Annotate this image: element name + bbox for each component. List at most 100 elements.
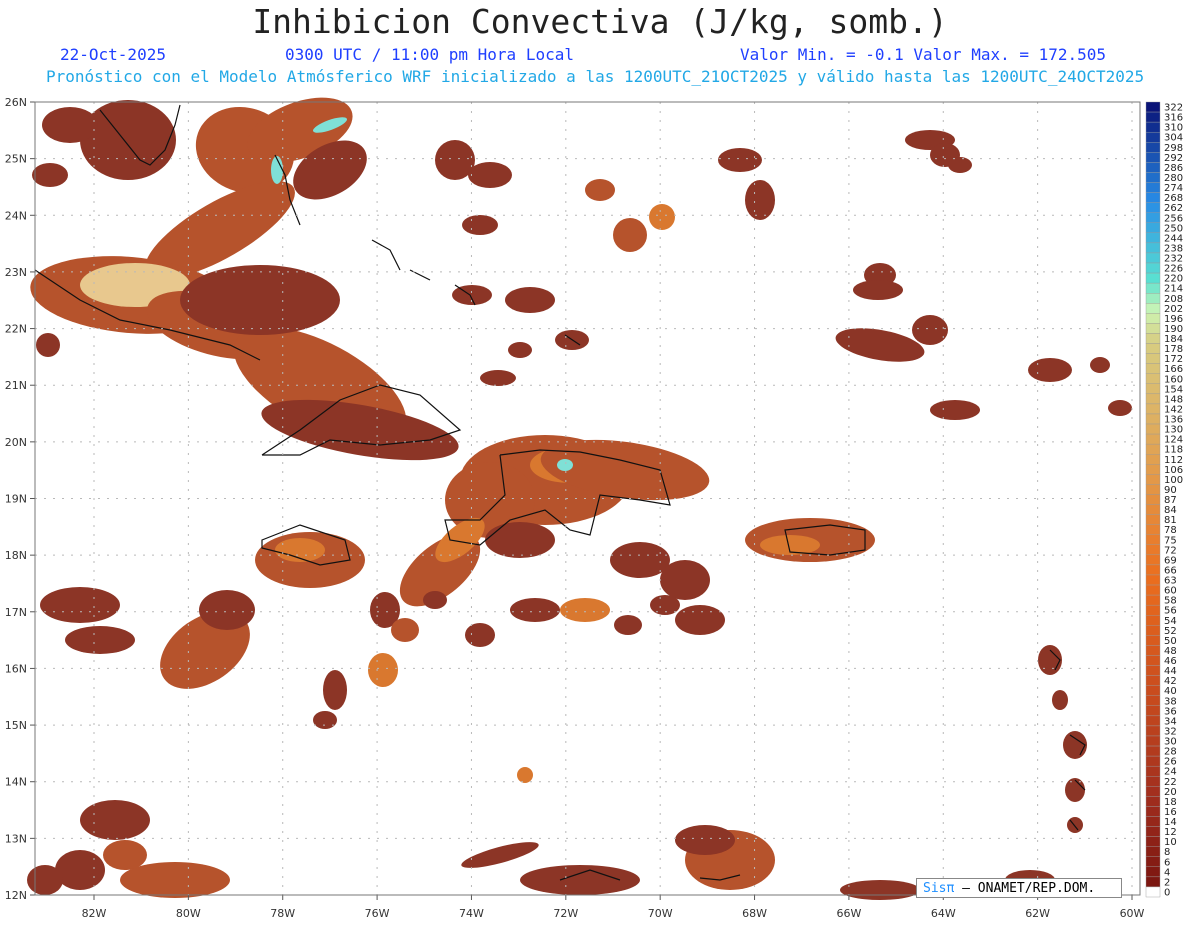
lat-tick-label: 20N (5, 436, 27, 449)
colorbar-swatch (1145, 846, 1161, 857)
colorbar-swatch (1145, 554, 1161, 566)
colorbar-swatch (1145, 856, 1161, 868)
cin-blob (313, 711, 337, 729)
colorbar-swatch (1145, 262, 1161, 274)
colorbar-swatch (1145, 464, 1161, 475)
cin-blob (517, 767, 533, 783)
cin-blob (930, 400, 980, 420)
cin-blob (423, 591, 447, 609)
colorbar-swatch (1145, 403, 1161, 415)
colorbar-swatch (1145, 715, 1161, 727)
lon-tick-label: 72W (553, 907, 578, 920)
colorbar-swatch (1145, 383, 1161, 395)
cin-blob (718, 148, 762, 172)
cin-blob (1052, 690, 1068, 710)
lat-tick-label: 15N (5, 719, 27, 732)
colorbar-swatch (1145, 836, 1161, 847)
cin-blob (840, 880, 920, 900)
cin-blob (675, 825, 735, 855)
colorbar-swatch (1145, 313, 1161, 324)
colorbar-swatch (1145, 393, 1161, 405)
colorbar-swatch (1145, 685, 1161, 696)
colorbar-swatch (1145, 796, 1161, 807)
colorbar-swatch (1145, 443, 1161, 455)
colorbar-swatch (1145, 363, 1161, 374)
cin-blob (103, 840, 147, 870)
cin-blob (36, 333, 60, 357)
cin-blob (510, 598, 560, 622)
colorbar-swatch (1145, 111, 1161, 123)
cin-blob (32, 163, 68, 187)
colorbar-swatch (1145, 222, 1161, 234)
colorbar-swatch (1145, 252, 1161, 264)
cin-blob (613, 218, 647, 252)
cin-blob-high (557, 459, 573, 471)
colorbar-swatch (1145, 776, 1161, 787)
lon-tick-label: 82W (82, 907, 107, 920)
lat-tick-label: 26N (5, 96, 27, 109)
colorbar-swatch (1145, 172, 1161, 183)
lat-tick-label: 23N (5, 266, 27, 279)
cin-blob (368, 653, 398, 687)
colorbar-swatch (1145, 423, 1161, 435)
colorbar-swatch (1145, 202, 1161, 213)
cin-blob (745, 180, 775, 220)
cin-blob (853, 280, 903, 300)
lon-tick-label: 68W (742, 907, 767, 920)
colorbar-swatch (1145, 162, 1161, 173)
lat-tick-label: 14N (5, 776, 27, 789)
colorbar-swatch (1145, 866, 1161, 878)
colorbar-swatch (1145, 323, 1161, 334)
colorbar-swatch (1145, 142, 1161, 153)
colorbar-swatch (1145, 806, 1161, 817)
cin-blob (1028, 358, 1072, 382)
colorbar-swatch (1145, 786, 1161, 797)
credit-text: – ONAMET/REP.DOM. (962, 881, 1096, 896)
colorbar-swatch (1145, 484, 1161, 495)
colorbar-swatch (1145, 675, 1161, 686)
colorbar-swatch (1145, 494, 1161, 505)
cin-blob (452, 285, 492, 305)
cin-blob (180, 265, 340, 335)
lat-tick-label: 19N (5, 493, 27, 506)
colorbar-swatch (1145, 695, 1161, 706)
cin-blob (1108, 400, 1132, 416)
cin-blob (912, 315, 948, 345)
lat-tick-label: 12N (5, 889, 27, 902)
cin-blob (610, 542, 670, 578)
cin-blob (480, 370, 516, 386)
colorbar-swatch (1145, 524, 1161, 535)
cin-blob (585, 179, 615, 201)
colorbar-swatch (1145, 615, 1161, 626)
colorbar-swatch (1145, 745, 1161, 757)
colorbar-swatch (1145, 655, 1161, 666)
lat-tick-label: 13N (5, 832, 27, 845)
colorbar-swatch (1145, 121, 1161, 133)
colorbar-swatch (1145, 645, 1161, 656)
cin-blob (675, 605, 725, 635)
lat-tick-label: 22N (5, 323, 27, 336)
colorbar-swatch (1145, 564, 1161, 576)
cin-blob (462, 215, 498, 235)
colorbar-swatch (1145, 544, 1161, 556)
cin-blob (508, 342, 532, 358)
lon-tick-label: 80W (176, 907, 201, 920)
colorbar-swatch (1145, 212, 1161, 223)
colorbar-swatch (1145, 454, 1161, 465)
cin-blob (1063, 731, 1087, 759)
cin-blob (120, 862, 230, 898)
colorbar-swatch (1145, 242, 1161, 254)
lat-tick-label: 16N (5, 662, 27, 675)
colorbar: 3223163103042982922862802742682622562502… (1145, 101, 1183, 898)
colorbar-swatch (1145, 282, 1161, 294)
lon-tick-label: 76W (365, 907, 390, 920)
lon-tick-label: 66W (836, 907, 861, 920)
colorbar-swatch (1145, 131, 1161, 143)
lon-tick-label: 64W (931, 907, 956, 920)
colorbar-swatch (1145, 594, 1161, 606)
lon-tick-label: 74W (459, 907, 484, 920)
cin-blob (465, 623, 495, 647)
cin-blob (468, 162, 512, 188)
colorbar-swatch (1145, 272, 1161, 284)
colorbar-swatch (1145, 101, 1161, 113)
